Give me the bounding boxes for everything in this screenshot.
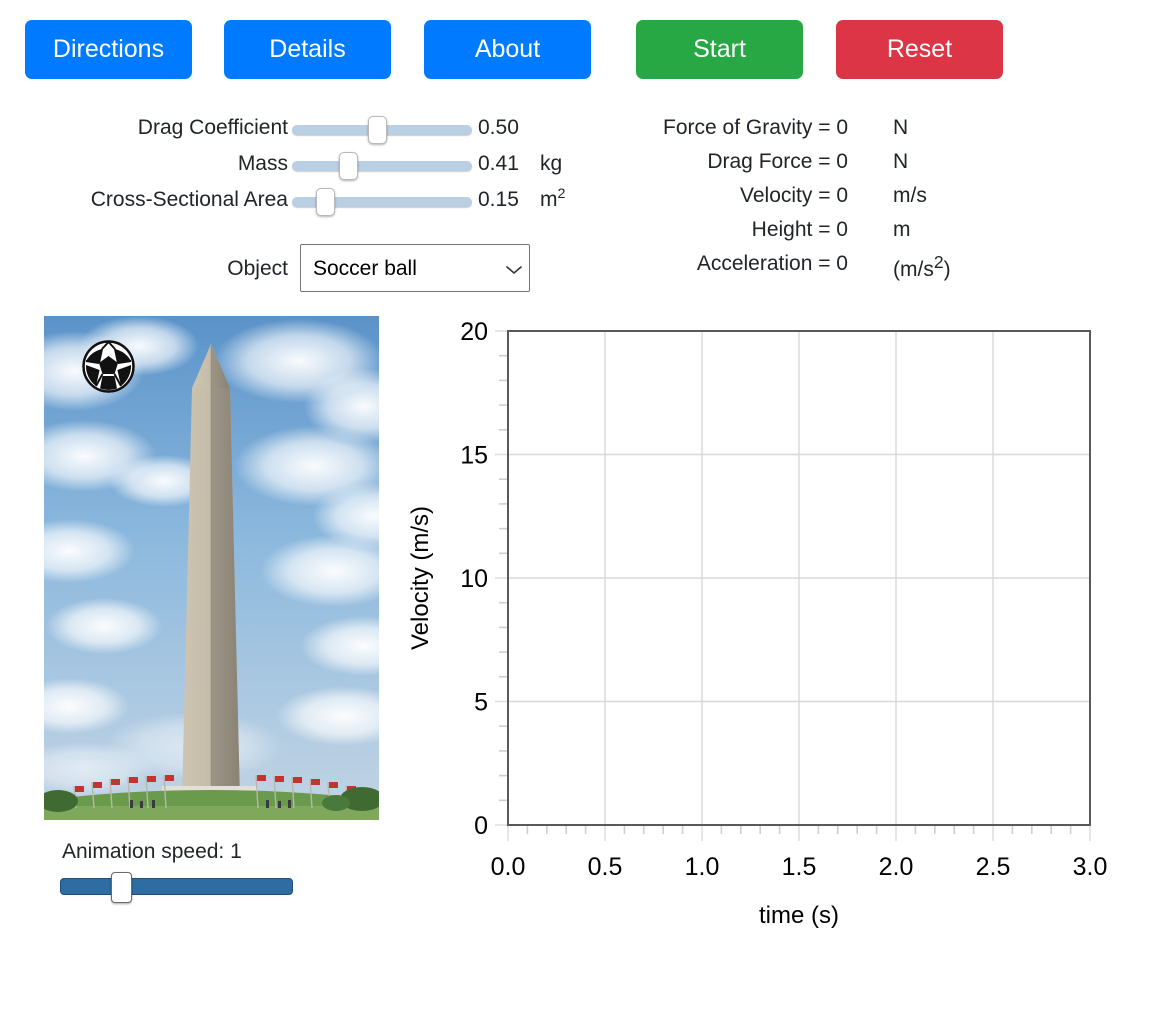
force-of-gravity-unit: N (893, 116, 909, 139)
details-button[interactable]: Details (224, 20, 391, 79)
object-label: Object (227, 257, 288, 280)
cross-sectional-area-label: Cross-Sectional Area (90, 188, 288, 211)
svg-text:2.5: 2.5 (976, 853, 1011, 881)
object-select[interactable]: Soccer ball (300, 244, 530, 292)
svg-text:0: 0 (474, 812, 488, 840)
acceleration-row: Acceleration = 0 (m/s2) (600, 248, 1070, 282)
mass-value: 0.41 (478, 152, 519, 175)
drag-force-unit: N (893, 150, 909, 173)
cross-sectional-area-unit: m2 (540, 186, 566, 211)
cross-sectional-area-slider[interactable] (292, 184, 472, 220)
mass-unit: kg (540, 152, 563, 175)
mass-label: Mass (237, 152, 288, 175)
animation-panel: Animation speed: 1 (44, 316, 379, 903)
soccer-ball-icon (82, 340, 135, 393)
svg-text:20: 20 (460, 318, 488, 346)
velocity-label: Velocity = 0 (740, 184, 848, 207)
monument-scene (44, 316, 379, 820)
drag-force-label: Drag Force = 0 (707, 150, 848, 173)
cross-sectional-area-value: 0.15 (478, 188, 519, 211)
height-label: Height = 0 (751, 218, 848, 241)
force-of-gravity-row: Force of Gravity = 0 N (600, 112, 1070, 146)
chart-canvas: 0 5 10 15 20 0.0 0.5 1.0 1.5 2.0 2.5 3.0 time (s) Vel… (407, 318, 1108, 929)
velocity-unit: m/s (893, 184, 927, 207)
drag-coefficient-label: Drag Coefficient (137, 116, 288, 139)
svg-text:2.0: 2.0 (879, 853, 914, 881)
toolbar: Directions Details About Start Reset (0, 0, 1170, 100)
svg-text:10: 10 (460, 565, 488, 593)
slider-track (60, 878, 293, 895)
force-of-gravity-label: Force of Gravity = 0 (663, 116, 848, 139)
object-selector-row: Object Soccer ball (0, 244, 600, 294)
svg-text:0.0: 0.0 (491, 853, 526, 881)
height-row: Height = 0 m (600, 214, 1070, 248)
svg-text:time (s): time (s) (759, 902, 839, 929)
start-button[interactable]: Start (636, 20, 803, 79)
directions-button[interactable]: Directions (25, 20, 192, 79)
svg-text:1.0: 1.0 (685, 853, 720, 881)
reset-button[interactable]: Reset (836, 20, 1003, 79)
drag-force-row: Drag Force = 0 N (600, 146, 1070, 180)
acceleration-unit: (m/s2) (893, 252, 951, 281)
drag-coefficient-slider[interactable] (292, 112, 472, 148)
svg-text:5: 5 (474, 689, 488, 717)
svg-text:3.0: 3.0 (1073, 853, 1108, 881)
drag-coefficient-row: Drag Coefficient 0.50 (0, 112, 600, 148)
slider-track (292, 161, 472, 171)
slider-thumb[interactable] (338, 152, 358, 180)
svg-text:0.5: 0.5 (588, 853, 623, 881)
height-unit: m (893, 218, 911, 241)
drag-coefficient-value: 0.50 (478, 116, 519, 139)
slider-thumb[interactable] (316, 188, 336, 216)
physics-readouts: Force of Gravity = 0 N Drag Force = 0 N … (600, 112, 1070, 282)
velocity-time-chart: 0 5 10 15 20 0.0 0.5 1.0 1.5 2.0 2.5 3.0 time (s) Vel… (396, 300, 1136, 940)
velocity-row: Velocity = 0 m/s (600, 180, 1070, 214)
acceleration-label: Acceleration = 0 (696, 252, 848, 275)
parameter-controls: Drag Coefficient 0.50 Mass 0.41 kg Cross… (0, 112, 600, 220)
about-button[interactable]: About (424, 20, 591, 79)
svg-text:15: 15 (460, 442, 488, 470)
cross-sectional-area-row: Cross-Sectional Area 0.15 m2 (0, 184, 600, 220)
mass-slider[interactable] (292, 148, 472, 184)
animation-speed-slider[interactable] (60, 872, 293, 903)
svg-text:1.5: 1.5 (782, 853, 817, 881)
svg-text:Velocity (m/s): Velocity (m/s) (407, 506, 434, 650)
slider-thumb[interactable] (110, 872, 132, 903)
slider-thumb[interactable] (367, 116, 387, 144)
mass-row: Mass 0.41 kg (0, 148, 600, 184)
animation-speed-label: Animation speed: 1 (62, 840, 242, 863)
